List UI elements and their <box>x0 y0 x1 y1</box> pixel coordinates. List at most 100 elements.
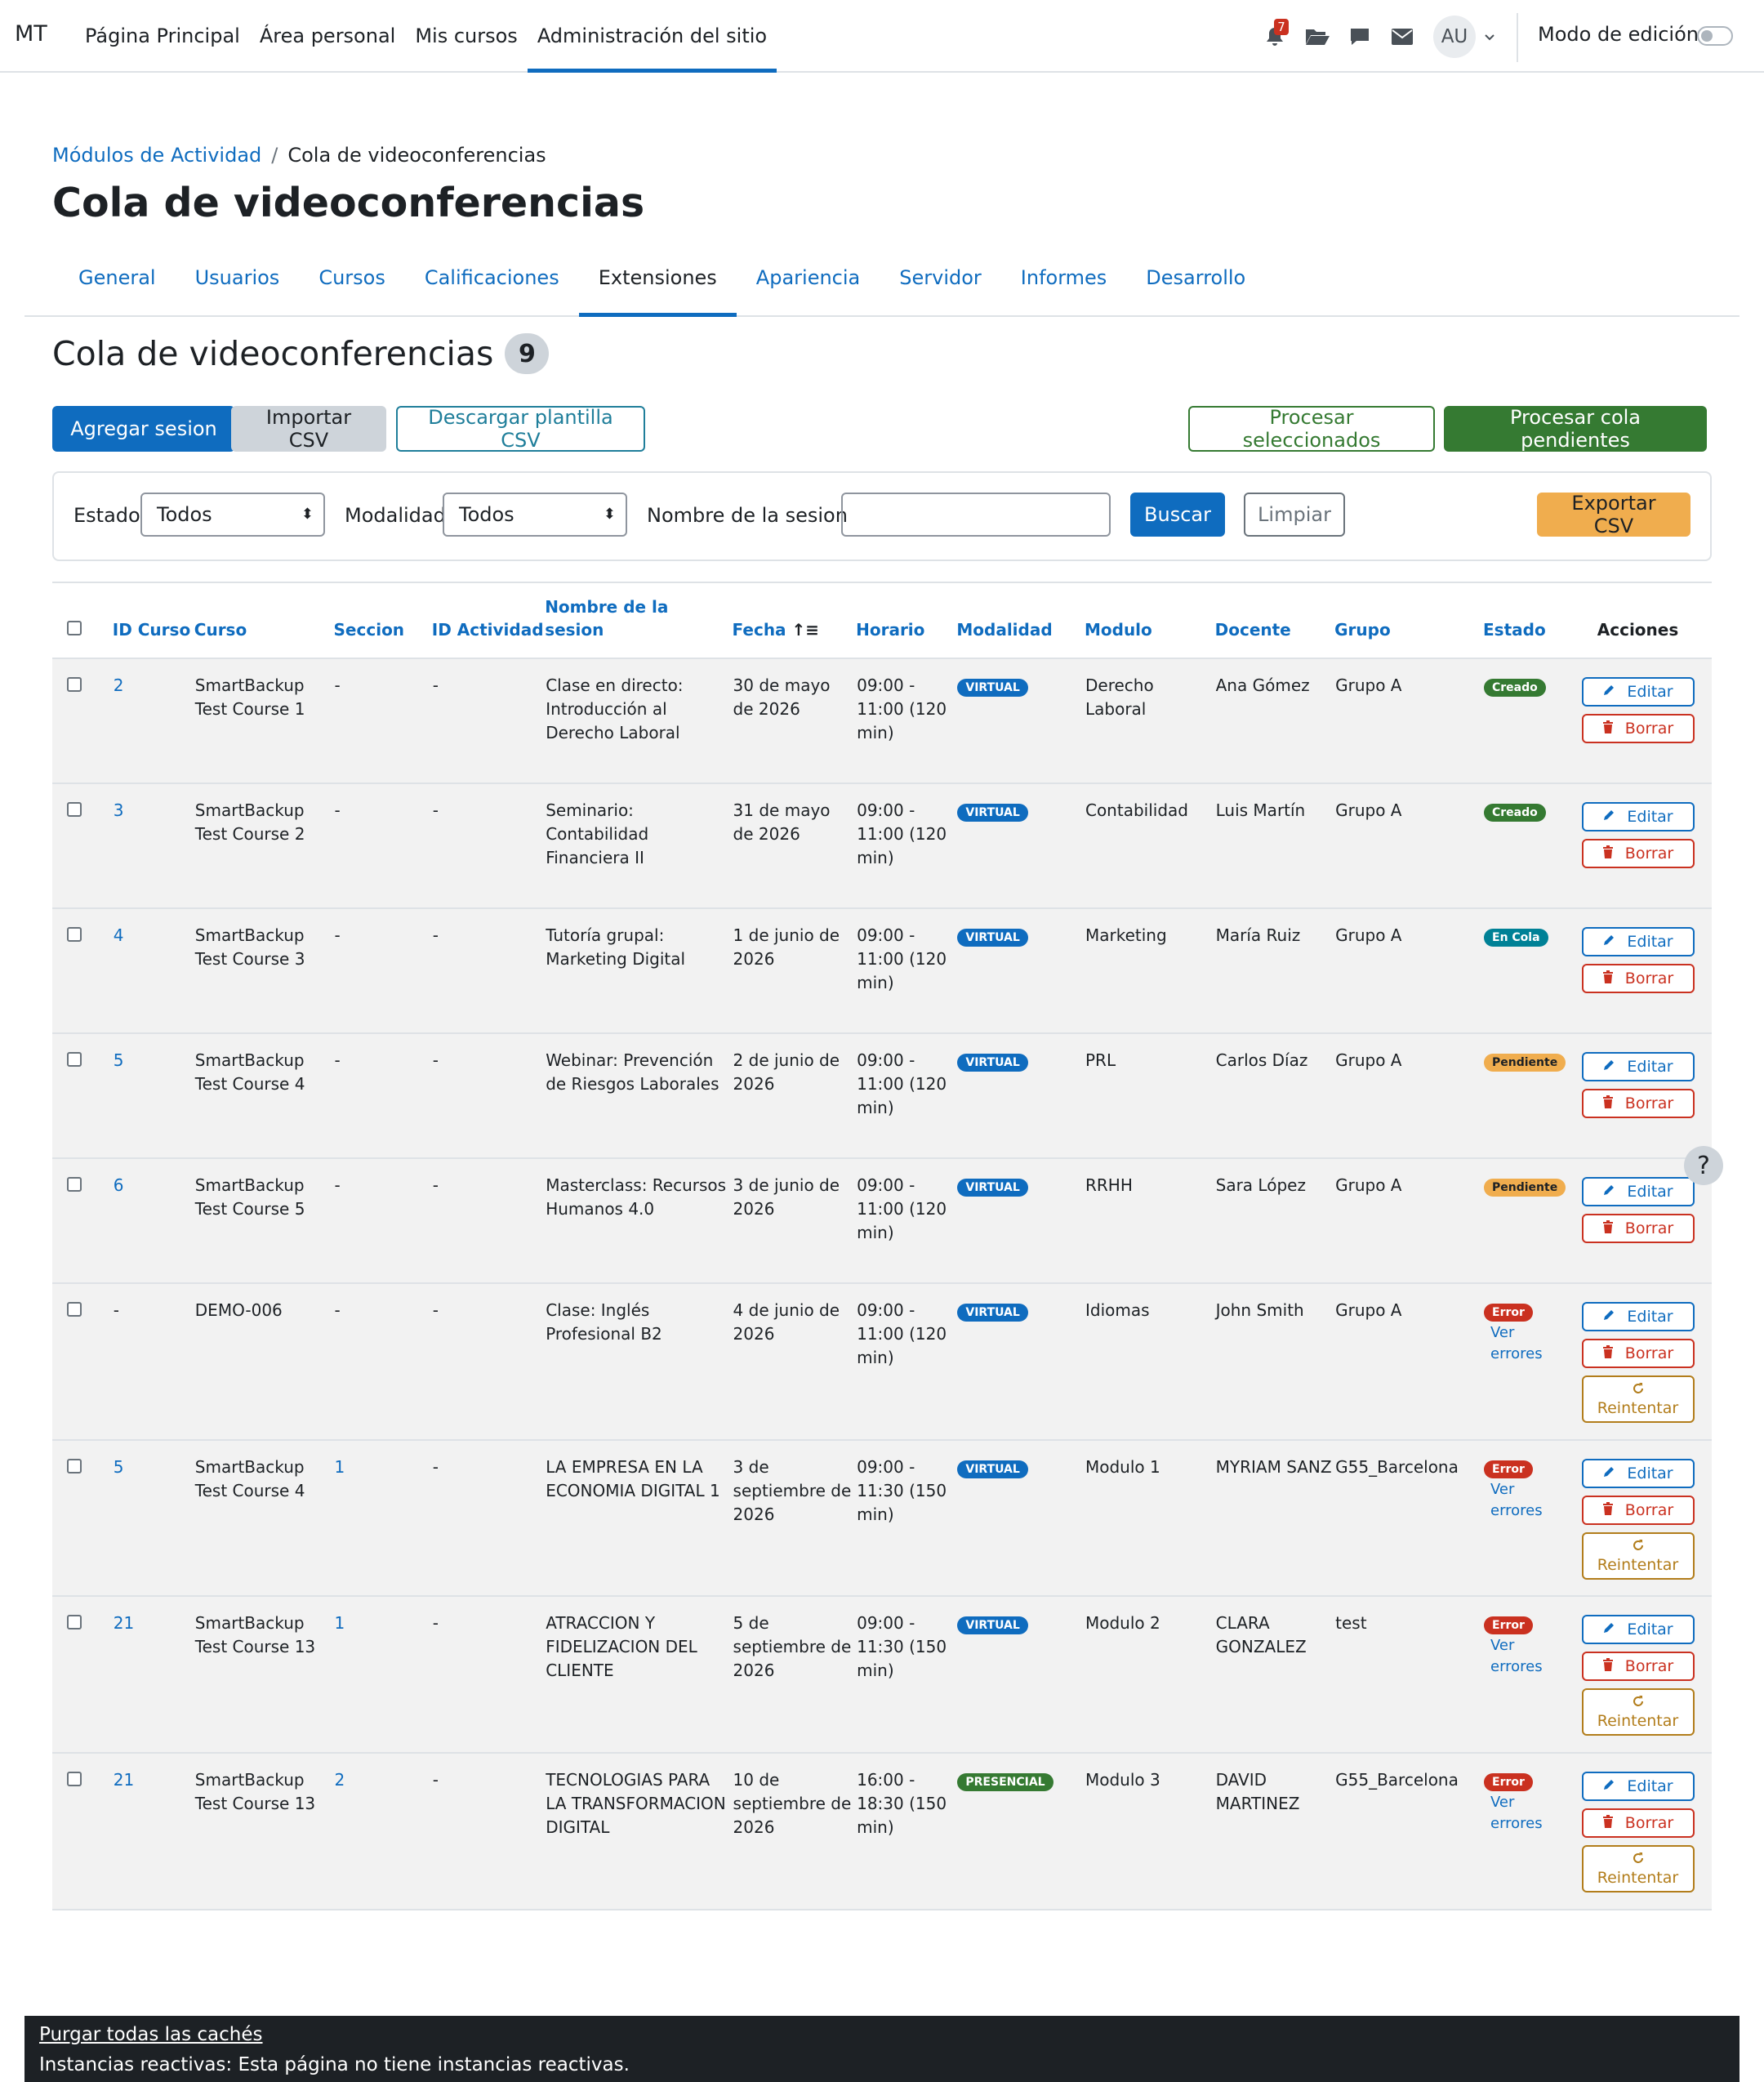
row-checkbox[interactable] <box>67 677 82 692</box>
tab-courses[interactable]: Cursos <box>299 250 405 317</box>
edit-button[interactable]: Editar <box>1581 1052 1695 1081</box>
session-name-input[interactable] <box>841 493 1111 537</box>
header-seccion[interactable]: Seccion <box>333 582 432 659</box>
retry-button[interactable]: Reintentar <box>1581 1532 1695 1580</box>
tab-development[interactable]: Desarrollo <box>1126 250 1265 317</box>
estado-select[interactable]: Todos ⬍ <box>140 493 325 537</box>
view-errors-link[interactable]: Ver errores <box>1490 1322 1563 1365</box>
edit-button[interactable]: Editar <box>1581 1302 1695 1331</box>
header-fecha[interactable]: Fecha ↑≡ <box>732 582 857 659</box>
site-brand[interactable]: MT <box>15 21 47 47</box>
seccion-link[interactable]: 1 <box>335 1457 345 1477</box>
seccion-link[interactable]: 1 <box>335 1613 345 1633</box>
view-errors-link[interactable]: Ver errores <box>1490 1792 1563 1835</box>
nav-dashboard[interactable]: Área personal <box>250 0 406 73</box>
view-errors-link[interactable]: Ver errores <box>1490 1635 1563 1678</box>
header-curso[interactable]: Curso <box>194 582 334 659</box>
nav-site-admin[interactable]: Administración del sitio <box>527 0 777 73</box>
id-curso-link[interactable]: 6 <box>114 1175 124 1195</box>
primary-navigation: Página Principal Área personal Mis curso… <box>75 0 777 73</box>
tab-reports[interactable]: Informes <box>1001 250 1127 317</box>
nombre-text: Clase: Inglés Profesional B2 <box>546 1300 662 1344</box>
clear-button[interactable]: Limpiar <box>1244 493 1345 537</box>
folder-open-icon[interactable] <box>1296 16 1339 58</box>
delete-button[interactable]: Borrar <box>1581 1808 1695 1838</box>
tab-general[interactable]: General <box>59 250 176 317</box>
row-checkbox[interactable] <box>67 1052 82 1067</box>
cell-docente: Sara López <box>1214 1158 1335 1284</box>
purge-caches-link[interactable]: Purgar todas las cachés <box>39 2021 1740 2049</box>
view-errors-link[interactable]: Ver errores <box>1490 1479 1563 1522</box>
delete-button[interactable]: Borrar <box>1581 1652 1695 1681</box>
download-csv-template-button[interactable]: Descargar plantilla CSV <box>396 406 645 452</box>
row-checkbox[interactable] <box>67 1772 82 1786</box>
id-curso-link[interactable]: 3 <box>114 800 124 820</box>
notifications-bell-icon[interactable]: 7 <box>1254 16 1296 58</box>
help-button[interactable]: ? <box>1684 1146 1723 1185</box>
nav-home[interactable]: Página Principal <box>75 0 250 73</box>
process-pending-button[interactable]: Procesar cola pendientes <box>1444 406 1707 452</box>
envelope-icon[interactable] <box>1381 16 1423 58</box>
id-curso-link[interactable]: 21 <box>114 1770 134 1790</box>
id-curso-link[interactable]: 5 <box>114 1050 124 1070</box>
row-checkbox[interactable] <box>67 1459 82 1473</box>
retry-button[interactable]: Reintentar <box>1581 1688 1695 1736</box>
header-grupo[interactable]: Grupo <box>1334 582 1483 659</box>
fecha-text: 30 de mayo de 2026 <box>733 675 831 719</box>
modalidad-select[interactable]: Todos ⬍ <box>443 493 627 537</box>
seccion-link[interactable]: 2 <box>335 1770 345 1790</box>
id-curso-link[interactable]: 21 <box>114 1613 134 1633</box>
edit-button[interactable]: Editar <box>1581 927 1695 956</box>
row-checkbox[interactable] <box>67 1177 82 1192</box>
edit-button[interactable]: Editar <box>1581 1615 1695 1644</box>
docente-text: Luis Martín <box>1215 800 1306 820</box>
edit-button[interactable]: Editar <box>1581 1772 1695 1801</box>
header-docente[interactable]: Docente <box>1214 582 1335 659</box>
import-csv-button[interactable]: Importar CSV <box>231 406 386 452</box>
id-curso-link[interactable]: 2 <box>114 675 124 695</box>
delete-button[interactable]: Borrar <box>1581 839 1695 868</box>
tab-grades[interactable]: Calificaciones <box>405 250 579 317</box>
header-estado[interactable]: Estado <box>1483 582 1565 659</box>
delete-button[interactable]: Borrar <box>1581 1214 1695 1243</box>
breadcrumb-parent-link[interactable]: Módulos de Actividad <box>52 144 261 167</box>
nav-my-courses[interactable]: Mis cursos <box>405 0 527 73</box>
cell-seccion: - <box>333 783 432 909</box>
process-selected-button[interactable]: Procesar seleccionados <box>1188 406 1435 452</box>
edit-mode-toggle[interactable] <box>1697 26 1733 46</box>
header-horario[interactable]: Horario <box>856 582 957 659</box>
search-button[interactable]: Buscar <box>1130 493 1225 537</box>
export-csv-button[interactable]: Exportar CSV <box>1537 492 1690 537</box>
delete-button[interactable]: Borrar <box>1581 1496 1695 1525</box>
edit-button[interactable]: Editar <box>1581 1177 1695 1206</box>
delete-button[interactable]: Borrar <box>1581 1339 1695 1368</box>
select-all-checkbox[interactable] <box>67 621 82 635</box>
cell-horario: 09:00 - 11:00 (120 min) <box>856 658 957 784</box>
header-nombre[interactable]: Nombre de la sesion <box>545 582 733 659</box>
message-drawer-icon[interactable] <box>1339 16 1381 58</box>
delete-button[interactable]: Borrar <box>1581 1089 1695 1118</box>
row-checkbox[interactable] <box>67 1302 82 1317</box>
retry-button[interactable]: Reintentar <box>1581 1375 1695 1423</box>
row-checkbox[interactable] <box>67 802 82 817</box>
header-modalidad[interactable]: Modalidad <box>956 582 1085 659</box>
header-id-actividad[interactable]: ID Actividad <box>431 582 546 659</box>
id-curso-link[interactable]: 4 <box>114 925 124 945</box>
header-modulo[interactable]: Modulo <box>1084 582 1215 659</box>
edit-button[interactable]: Editar <box>1581 1459 1695 1488</box>
tab-plugins[interactable]: Extensiones <box>578 250 737 317</box>
row-checkbox[interactable] <box>67 927 82 942</box>
tab-server[interactable]: Servidor <box>880 250 1001 317</box>
tab-appearance[interactable]: Apariencia <box>737 250 880 317</box>
row-checkbox[interactable] <box>67 1615 82 1629</box>
tab-users[interactable]: Usuarios <box>176 250 300 317</box>
edit-button[interactable]: Editar <box>1581 802 1695 831</box>
user-menu[interactable]: AU <box>1433 16 1495 58</box>
add-session-button[interactable]: Agregar sesion <box>52 406 235 452</box>
header-id-curso[interactable]: ID Curso <box>112 582 194 659</box>
edit-button[interactable]: Editar <box>1581 677 1695 707</box>
delete-button[interactable]: Borrar <box>1581 714 1695 743</box>
id-curso-link[interactable]: 5 <box>114 1457 124 1477</box>
delete-button[interactable]: Borrar <box>1581 964 1695 993</box>
retry-button[interactable]: Reintentar <box>1581 1845 1695 1893</box>
